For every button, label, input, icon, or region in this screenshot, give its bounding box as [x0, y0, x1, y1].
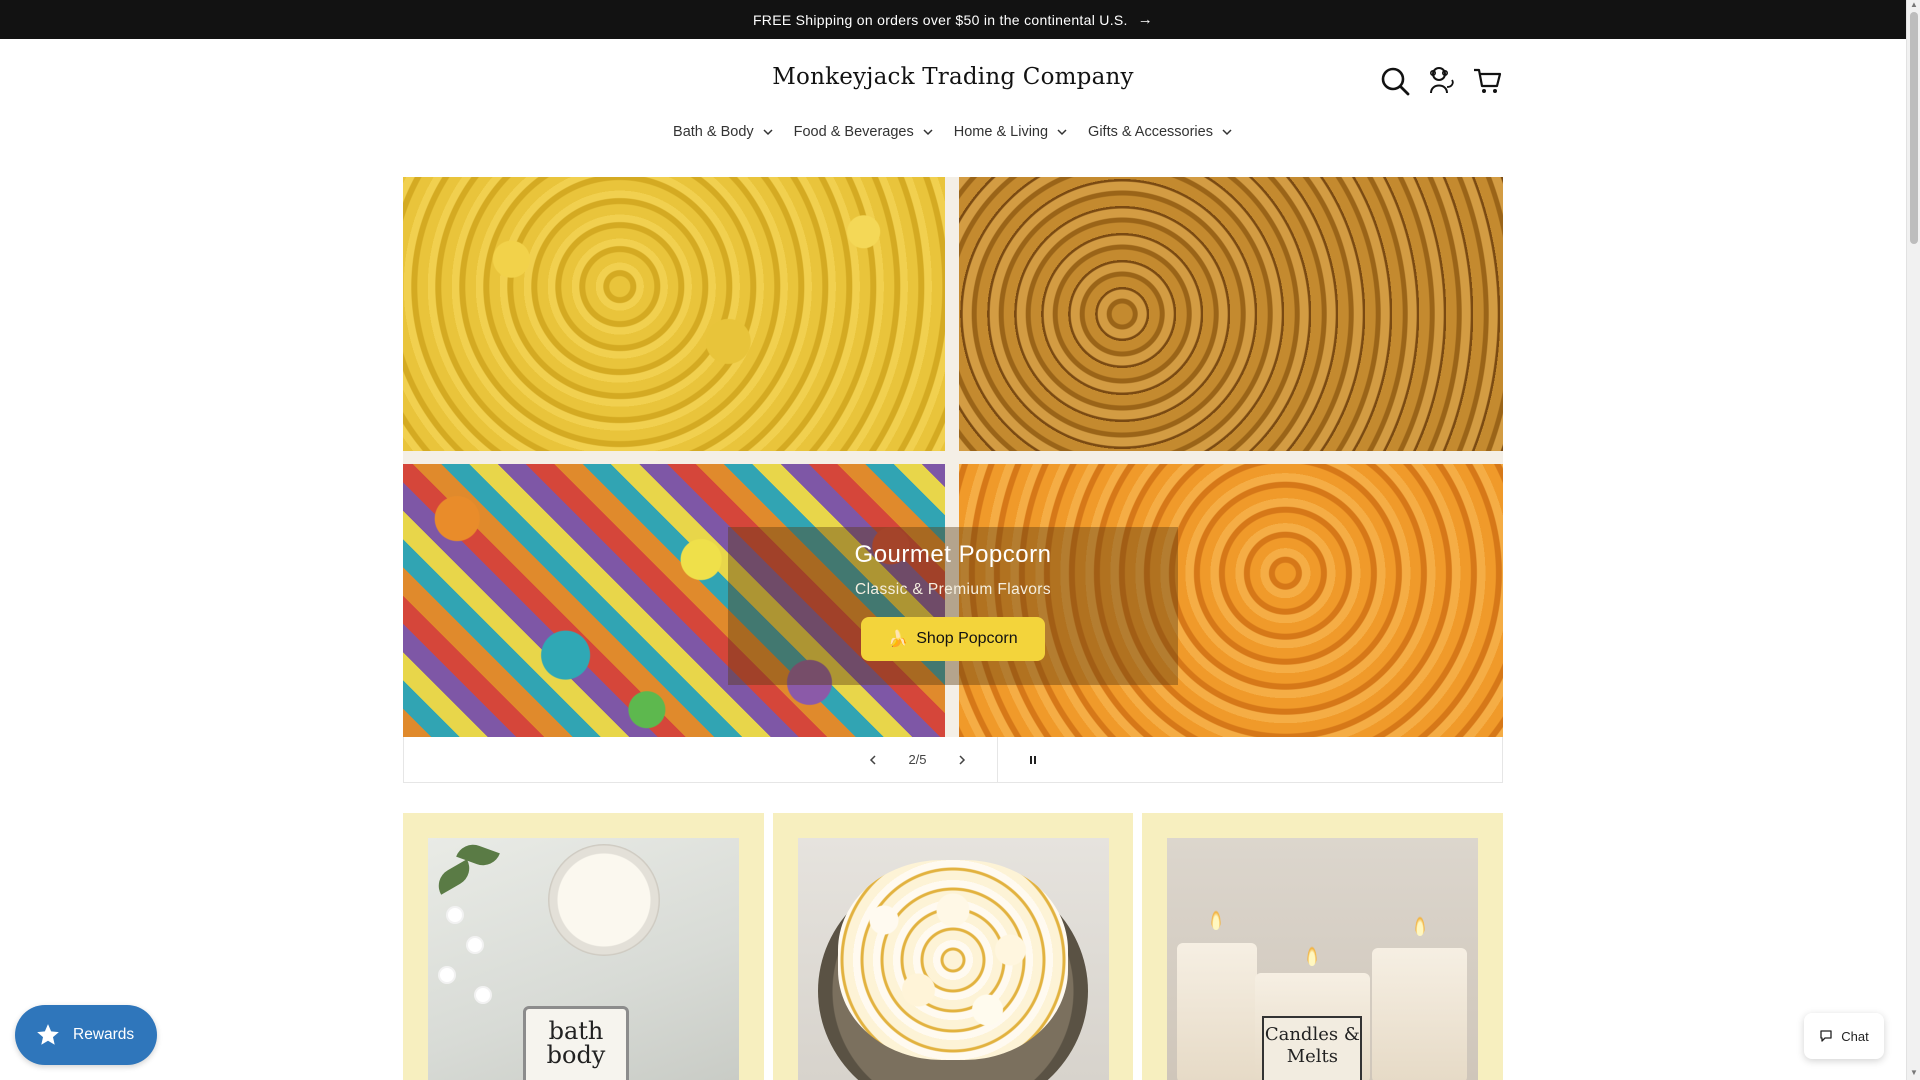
chevron-down-icon	[1057, 129, 1067, 136]
scroll-up-icon[interactable]: ▲	[1909, 0, 1919, 10]
chevron-down-icon	[923, 129, 933, 136]
page-scrollbar[interactable]: ▲ ▼	[1906, 0, 1920, 1080]
previous-slide-button[interactable]	[864, 751, 882, 769]
nav-item-label: Bath & Body	[673, 124, 754, 140]
chevron-down-icon	[1222, 129, 1232, 136]
announcement-bar[interactable]: FREE Shipping on orders over $50 in the …	[0, 0, 1906, 39]
next-slide-button[interactable]	[953, 751, 971, 769]
account-icon[interactable]	[1424, 64, 1458, 98]
nav-item-home-living[interactable]: Home & Living	[954, 124, 1068, 140]
hero-subtitle: Classic & Premium Flavors	[854, 581, 1052, 598]
collection-cards: bath body Candles & Melts	[403, 813, 1504, 1080]
flower-shape	[440, 968, 454, 982]
chat-bubble-icon	[1820, 1030, 1832, 1042]
nav-item-label: Home & Living	[953, 124, 1049, 140]
hero-text-box: Gourmet Popcorn Classic & Premium Flavor…	[728, 527, 1178, 685]
rewards-label: Rewards	[73, 1026, 135, 1043]
chevron-right-icon	[959, 754, 965, 765]
hero-divider	[403, 451, 1503, 464]
flame-shape	[1307, 946, 1318, 966]
leaf-shape	[432, 859, 476, 895]
flower-shape	[448, 908, 462, 922]
flame-shape	[1415, 916, 1426, 936]
shop-popcorn-label: Shop Popcorn	[916, 630, 1018, 647]
chat-button[interactable]: Chat	[1804, 1013, 1884, 1059]
nav-item-label: Food & Beverages	[793, 124, 914, 140]
chevron-down-icon	[763, 129, 773, 136]
store-logo[interactable]: Monkeyjack Trading Company	[0, 64, 1906, 90]
header-icons	[1378, 64, 1504, 98]
nav-item-bath-body[interactable]: Bath & Body	[673, 124, 774, 140]
nav-item-food-beverages[interactable]: Food & Beverages	[794, 124, 934, 140]
main-nav: Bath & Body Food & Beverages Home & Livi…	[0, 124, 1906, 140]
search-icon[interactable]	[1378, 64, 1412, 98]
slider-controls: 2/5	[403, 736, 1503, 783]
candles-melts-label: Candles & Melts	[1262, 1016, 1363, 1080]
pause-icon	[1029, 755, 1036, 764]
bath-body-image: bath body	[428, 838, 739, 1080]
collection-card-popcorn[interactable]	[772, 813, 1134, 1080]
nav-item-gifts-accessories[interactable]: Gifts & Accessories	[1088, 124, 1233, 140]
nav-item-label: Gifts & Accessories	[1088, 124, 1213, 140]
scroll-down-icon[interactable]: ▼	[1909, 1068, 1919, 1078]
hero-image-yellow-popcorn	[403, 177, 945, 451]
chat-label: Chat	[1841, 1028, 1869, 1044]
star-icon	[37, 1024, 59, 1045]
scrollbar-thumb[interactable]	[1910, 12, 1918, 244]
announcement-text: FREE Shipping on orders over $50 in the …	[752, 11, 1128, 28]
chevron-left-icon	[870, 754, 876, 765]
collection-card-candles[interactable]: Candles & Melts	[1142, 813, 1504, 1080]
hero-slideshow: Gourmet Popcorn Classic & Premium Flavor…	[403, 177, 1503, 737]
hero-title: Gourmet Popcorn	[854, 541, 1052, 568]
popcorn-shape	[837, 860, 1068, 1060]
bath-body-label: bath body	[523, 1006, 629, 1080]
candle-shape	[1177, 943, 1258, 1080]
collection-card-bath-body[interactable]: bath body	[403, 813, 764, 1080]
banana-icon: 🍌	[888, 631, 909, 648]
slide-counter: 2/5	[908, 752, 927, 767]
flower-shape	[476, 988, 490, 1002]
candles-image: Candles & Melts	[1167, 838, 1479, 1080]
rewards-button[interactable]: Rewards	[15, 1005, 157, 1065]
slider-divider	[996, 736, 998, 783]
candle-jar-shape	[548, 844, 660, 956]
arrow-right-icon: →	[1137, 11, 1154, 28]
flower-shape	[468, 938, 482, 952]
flame-shape	[1211, 910, 1222, 930]
candle-shape	[1372, 948, 1468, 1080]
cart-icon[interactable]	[1470, 64, 1504, 98]
pause-slideshow-button[interactable]	[1024, 751, 1042, 769]
hero-image-caramel-popcorn	[959, 177, 1503, 451]
popcorn-bowl-image	[797, 838, 1109, 1080]
shop-popcorn-button[interactable]: 🍌 Shop Popcorn	[861, 617, 1045, 661]
